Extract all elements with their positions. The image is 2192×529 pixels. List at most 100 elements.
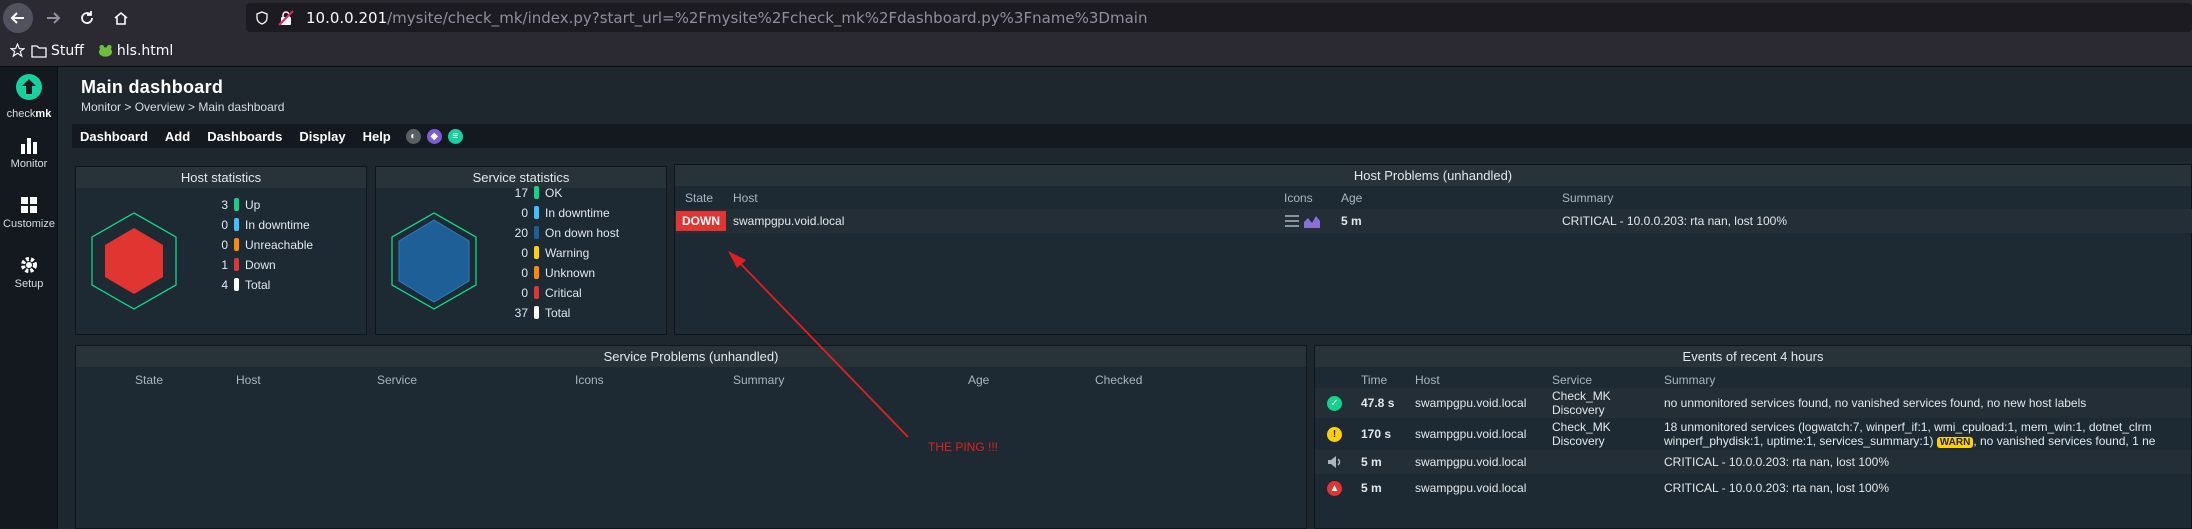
service-link[interactable]: Discovery: [1552, 403, 1605, 417]
age-value: 5 m: [1341, 214, 1362, 228]
col-header-host[interactable]: Host: [733, 191, 758, 205]
stat-row[interactable]: 4 Total: [206, 276, 270, 294]
sidebar-item-customize[interactable]: Customize: [0, 195, 58, 230]
col-header-host[interactable]: Host: [236, 373, 261, 387]
arrow-right-icon: [47, 11, 61, 24]
host-hexagon-icon: [91, 212, 177, 310]
status-badge-down: DOWN: [676, 211, 726, 231]
col-header-time[interactable]: Time: [1361, 373, 1387, 387]
bookmark-hls[interactable]: hls.html: [98, 43, 173, 59]
stat-color-bar: [534, 206, 539, 219]
host-link[interactable]: swampgpu.void.local: [1415, 396, 1526, 410]
gear-icon: [21, 257, 37, 273]
summary-text: no unmonitored services found, no vanish…: [1664, 396, 2087, 410]
breadcrumb[interactable]: Monitor > Overview > Main dashboard: [81, 100, 284, 114]
col-header-age[interactable]: Age: [1341, 191, 1362, 205]
bookmark-star-icon[interactable]: [10, 43, 25, 58]
sidebar-item-label: Customize: [3, 218, 55, 230]
menu-add[interactable]: Add: [165, 129, 190, 144]
col-header-age[interactable]: Age: [968, 373, 989, 387]
stat-count: 1: [221, 258, 228, 272]
stat-count: 0: [521, 286, 528, 300]
table-row: ! 170 s swampgpu.void.local Check_MK Dis…: [1315, 419, 2191, 449]
stat-label: Up: [245, 198, 261, 212]
stat-color-bar: [234, 238, 239, 251]
table-row: DOWN swampgpu.void.local 5 m CRITICAL - …: [675, 209, 2192, 233]
host-link[interactable]: swampgpu.void.local: [733, 214, 844, 228]
stat-color-bar: [234, 198, 239, 211]
col-header-summary[interactable]: Summary: [1664, 373, 1715, 387]
stat-row[interactable]: 17 OK: [506, 184, 562, 202]
event-time: 5 m: [1361, 455, 1382, 469]
cube-icon[interactable]: ◆: [426, 128, 442, 144]
stat-row[interactable]: 1 Down: [206, 256, 276, 274]
table-row: 5 m swampgpu.void.local CRITICAL - 10.0.…: [1315, 450, 2191, 474]
service-link[interactable]: Check_MK: [1552, 389, 1611, 403]
checkmk-logo-icon: [16, 74, 42, 100]
dashlet-title: Host statistics: [76, 167, 366, 188]
bar-chart-icon: [21, 138, 37, 154]
bookmark-folder-stuff[interactable]: Stuff: [31, 43, 84, 59]
event-time: 170 s: [1361, 427, 1392, 441]
stat-count: 0: [521, 246, 528, 260]
stat-row[interactable]: 0 In downtime: [206, 216, 310, 234]
home-button[interactable]: [104, 1, 138, 35]
menu-dashboard[interactable]: Dashboard: [80, 129, 148, 144]
col-header-checked[interactable]: Checked: [1095, 373, 1142, 387]
service-hexagon-icon: [391, 212, 477, 310]
stat-row[interactable]: 0 Unreachable: [206, 236, 313, 254]
stat-row[interactable]: 37 Total: [506, 304, 570, 322]
sidebar-item-setup[interactable]: Setup: [0, 255, 58, 290]
stat-row[interactable]: 0 In downtime: [506, 204, 610, 222]
warn-badge: WARN: [1936, 437, 1974, 448]
stat-label: On down host: [545, 226, 620, 240]
stat-color-bar: [534, 246, 539, 259]
reload-button[interactable]: [70, 1, 104, 35]
host-link[interactable]: swampgpu.void.local: [1415, 427, 1526, 441]
stat-row[interactable]: 0 Unknown: [506, 264, 595, 282]
menu-help[interactable]: Help: [363, 129, 391, 144]
menu-icon[interactable]: [1284, 214, 1300, 228]
sidebar-item-monitor[interactable]: Monitor: [0, 135, 58, 170]
stat-color-bar: [234, 218, 239, 231]
col-header-service[interactable]: Service: [1552, 373, 1592, 387]
checkmk-logo[interactable]: checkmk: [0, 73, 58, 120]
service-link[interactable]: Check_MK: [1552, 420, 1611, 434]
host-link[interactable]: swampgpu.void.local: [1415, 481, 1526, 495]
host-link[interactable]: swampgpu.void.local: [1415, 455, 1526, 469]
col-header-summary[interactable]: Summary: [733, 373, 784, 387]
menu-lines-icon[interactable]: ≡: [447, 128, 463, 144]
col-header-host[interactable]: Host: [1415, 373, 1440, 387]
back-button[interactable]: [3, 2, 33, 33]
service-problems-dashlet: Service Problems (unhandled) State Host …: [75, 345, 1307, 529]
logo-text-check: check: [6, 108, 36, 120]
logo-text-mk: mk: [35, 108, 52, 120]
bookmarks-bar: Stuff hls.html: [0, 35, 2192, 67]
graph-icon[interactable]: [1303, 213, 1321, 229]
stat-row[interactable]: 3 Up: [206, 196, 260, 214]
notification-speaker-icon: [1328, 456, 1341, 468]
col-header-summary[interactable]: Summary: [1562, 191, 1613, 205]
folder-icon: [31, 44, 47, 58]
stat-row[interactable]: 0 Critical: [506, 284, 582, 302]
stat-color-bar: [534, 286, 539, 299]
globe-icon[interactable]: ◐: [405, 128, 421, 144]
summary-text-line2: winperf_phydisk:1, uptime:1, services_su…: [1664, 434, 2155, 448]
stat-row[interactable]: 20 On down host: [506, 224, 619, 242]
col-header-state[interactable]: State: [685, 191, 713, 205]
col-header-state[interactable]: State: [135, 373, 163, 387]
stat-row[interactable]: 0 Warning: [506, 244, 589, 262]
url-bar[interactable]: 10.0.0.201/mysite/check_mk/index.py?star…: [246, 3, 2192, 32]
host-problems-dashlet: Host Problems (unhandled) State Host Ico…: [674, 164, 2192, 335]
col-header-service[interactable]: Service: [377, 373, 417, 387]
ok-icon: ✓: [1327, 396, 1342, 411]
col-header-icons[interactable]: Icons: [575, 373, 604, 387]
stat-label: Warning: [545, 246, 590, 260]
menu-display[interactable]: Display: [299, 129, 345, 144]
forward-button[interactable]: [36, 1, 70, 35]
events-dashlet: Events of recent 4 hours Time Host Servi…: [1314, 345, 2192, 529]
stat-count: 0: [521, 266, 528, 280]
menu-dashboards[interactable]: Dashboards: [207, 129, 282, 144]
col-header-icons[interactable]: Icons: [1284, 191, 1313, 205]
service-link[interactable]: Discovery: [1552, 434, 1605, 448]
